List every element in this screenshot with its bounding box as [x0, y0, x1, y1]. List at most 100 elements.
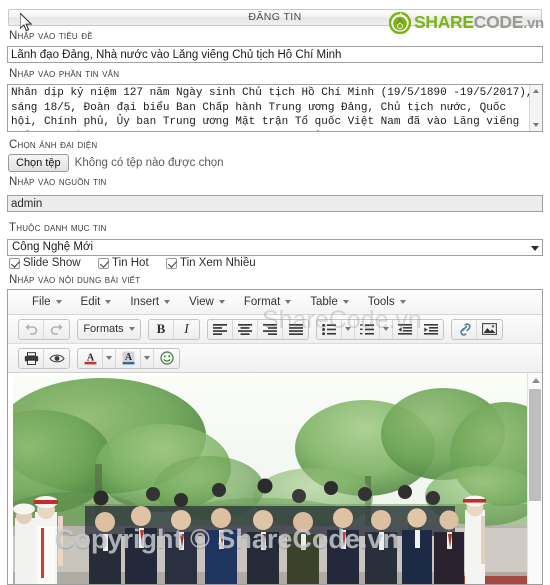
content-label: Nhập vào nội dung bài viết	[9, 274, 141, 286]
text-style-button-group: B I	[148, 318, 200, 340]
sharecode-logo: SHARECODE.vn	[389, 11, 544, 35]
chevron-down-icon	[164, 300, 171, 304]
menu-file-label: File	[32, 296, 51, 308]
outdent-button[interactable]	[393, 319, 418, 339]
checkbox-checked-icon[interactable]	[9, 257, 20, 269]
redo-button[interactable]	[44, 320, 69, 339]
align-center-icon	[238, 323, 252, 335]
formats-dropdown-button[interactable]: Formats	[78, 320, 140, 339]
menu-table[interactable]: Table	[302, 293, 358, 311]
align-justify-button[interactable]	[283, 320, 308, 339]
article-photo: Copyright © ShareCode.vn	[13, 376, 527, 584]
print-button[interactable]	[19, 348, 44, 368]
link-icon	[459, 322, 471, 336]
align-right-icon	[263, 323, 277, 335]
chevron-down-icon	[128, 327, 135, 331]
chevron-down-icon	[383, 327, 389, 331]
editor-toolbar-row-1: Formats B I	[8, 315, 542, 344]
summary-textarea[interactable]	[8, 85, 542, 131]
chevron-down-icon	[106, 356, 112, 360]
menu-insert[interactable]: Insert	[122, 293, 179, 311]
text-color-icon: A	[84, 353, 96, 365]
bullet-list-button[interactable]	[317, 319, 342, 339]
text-color-dropdown[interactable]	[103, 348, 116, 368]
source-input[interactable]	[7, 195, 543, 212]
checkbox-slide-show[interactable]: Slide Show	[9, 257, 81, 269]
insert-image-button[interactable]	[477, 320, 502, 339]
choose-file-button[interactable]: Chọn tệp	[8, 154, 69, 172]
scroll-down-arrow-icon[interactable]	[533, 123, 539, 127]
scrollbar-thumb[interactable]	[529, 389, 541, 501]
color-button-group: A A	[77, 347, 180, 369]
emoticon-button[interactable]	[154, 349, 179, 368]
menu-insert-label: Insert	[130, 296, 160, 308]
menu-format[interactable]: Format	[236, 293, 300, 311]
redo-icon	[50, 323, 63, 335]
menu-view-label: View	[189, 296, 214, 308]
numbered-list-dropdown[interactable]	[380, 319, 393, 339]
history-button-group	[18, 318, 70, 340]
preview-eye-icon	[48, 354, 65, 362]
checkbox-slide-show-label: Slide Show	[23, 257, 81, 269]
align-justify-icon	[288, 323, 303, 335]
flags-checkbox-row: Slide Show Tin Hot Tin Xem Nhiều	[7, 257, 407, 271]
category-label: Thuộc danh mục tin	[9, 222, 107, 234]
checkbox-checked-icon[interactable]	[98, 257, 109, 269]
summary-scrollbar[interactable]	[529, 85, 542, 131]
editor-scrollbar[interactable]	[527, 373, 542, 584]
checkbox-tin-hot-label: Tin Hot	[112, 257, 149, 269]
preview-button[interactable]	[44, 349, 69, 368]
checkbox-tin-xem-nhieu[interactable]: Tin Xem Nhiều	[166, 257, 256, 269]
align-left-button[interactable]	[208, 319, 233, 339]
menu-tools[interactable]: Tools	[360, 293, 415, 311]
numbered-list-button[interactable]	[355, 319, 380, 339]
list-button-group	[316, 318, 444, 340]
formats-label: Formats	[83, 323, 124, 335]
editor-content-area[interactable]: Copyright © ShareCode.vn	[8, 373, 542, 584]
align-right-button[interactable]	[258, 319, 283, 339]
chevron-down-icon	[399, 300, 406, 304]
align-left-icon	[213, 323, 227, 335]
undo-button[interactable]	[19, 319, 44, 339]
svg-text:A: A	[124, 352, 132, 363]
checkbox-checked-icon[interactable]	[166, 257, 177, 269]
insert-link-button[interactable]	[452, 319, 477, 339]
background-color-button[interactable]: A	[116, 348, 141, 368]
menu-file[interactable]: File	[24, 293, 71, 311]
chevron-down-icon	[105, 300, 112, 304]
align-center-button[interactable]	[233, 319, 258, 339]
scroll-up-arrow-icon[interactable]	[532, 378, 540, 383]
bold-icon: B	[156, 321, 166, 336]
background-color-icon: A	[122, 351, 134, 365]
menu-edit-label: Edit	[80, 296, 101, 308]
italic-button[interactable]: I	[174, 320, 199, 339]
image-icon	[482, 323, 497, 335]
menu-format-label: Format	[243, 296, 281, 308]
bullet-list-dropdown[interactable]	[342, 319, 355, 339]
menu-view[interactable]: View	[181, 293, 234, 311]
page-root: ĐĂNG TIN SHARECODE.vn Nhập vào tiêu đề N…	[0, 0, 550, 585]
checkbox-tin-hot[interactable]: Tin Hot	[98, 257, 149, 269]
emoticon-icon	[159, 351, 174, 365]
category-selected-value: Công Nghệ Mới	[12, 241, 94, 253]
background-color-dropdown[interactable]	[141, 348, 154, 368]
undo-icon	[24, 323, 37, 335]
bold-button[interactable]: B	[149, 319, 174, 339]
title-input[interactable]	[7, 46, 543, 63]
bullet-list-icon	[322, 323, 336, 335]
sharecode-recycle-logo-icon	[389, 12, 411, 34]
chevron-down-icon	[55, 300, 62, 304]
source-label: Nhập vào nguồn tin	[9, 176, 107, 188]
chevron-down-icon[interactable]	[531, 246, 539, 251]
brand-wordmark: SHARECODE.vn	[414, 14, 544, 32]
text-color-button[interactable]: A	[78, 348, 103, 368]
scroll-up-arrow-icon[interactable]	[533, 89, 539, 93]
outdent-icon	[398, 323, 412, 335]
editor-toolbar-row-2: A A	[8, 344, 542, 373]
summary-label: Nhập vào phần tin vắn	[9, 68, 120, 80]
category-select[interactable]: Công Nghệ Mới	[7, 239, 543, 256]
indent-button[interactable]	[418, 320, 443, 339]
italic-icon: I	[184, 321, 189, 336]
menu-edit[interactable]: Edit	[73, 293, 121, 311]
numbered-list-icon	[360, 323, 374, 335]
